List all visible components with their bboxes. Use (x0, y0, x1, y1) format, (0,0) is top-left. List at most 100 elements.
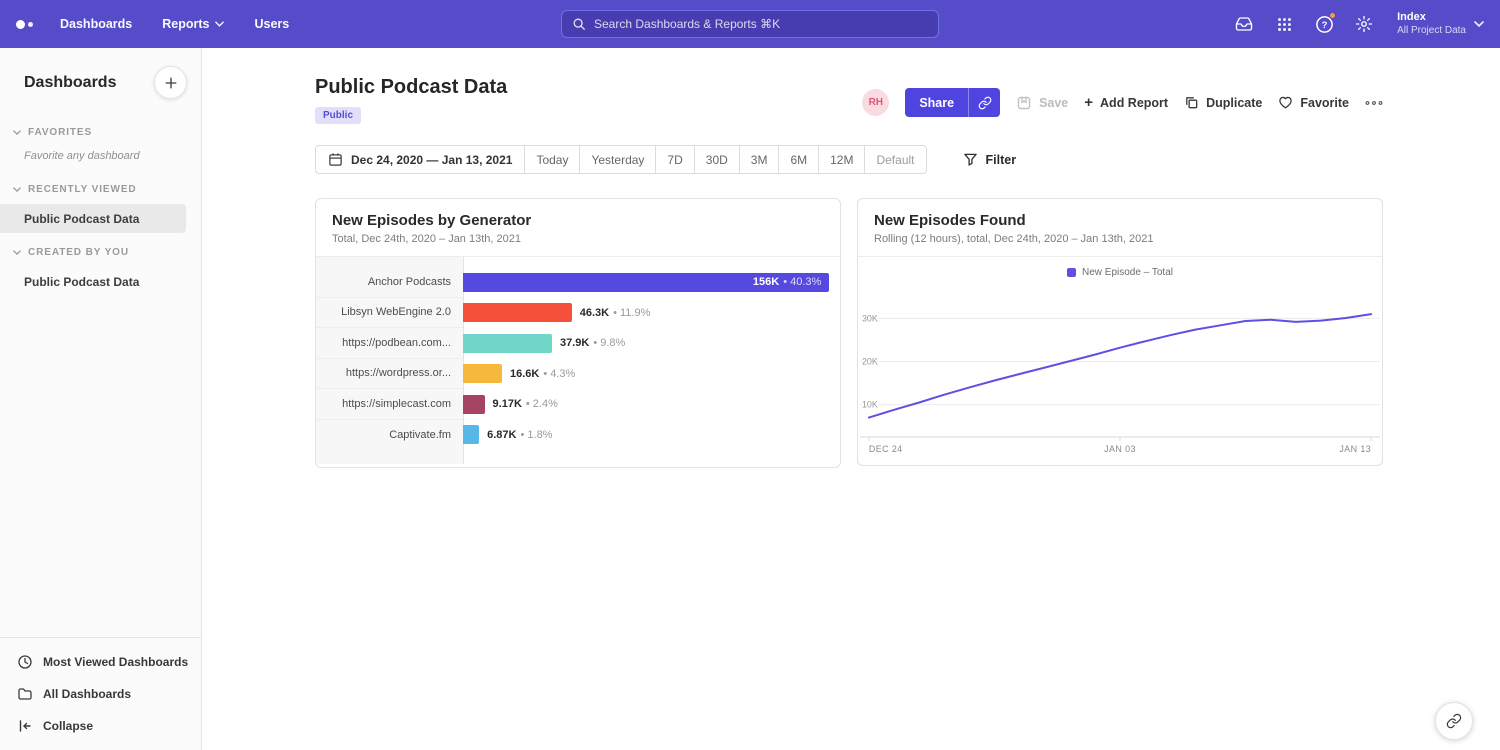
nav-dashboards[interactable]: Dashboards (60, 17, 132, 31)
date-preset-12m[interactable]: 12M (819, 145, 865, 174)
chevron-down-icon (13, 250, 21, 255)
chevron-down-icon (13, 187, 21, 192)
main-content: Public Podcast Data Public RH Share Save (202, 48, 1500, 750)
project-name: Index (1397, 11, 1466, 25)
date-preset-yesterday[interactable]: Yesterday (580, 145, 656, 174)
favorite-button[interactable]: Favorite (1278, 95, 1349, 110)
y-tick-label: 30K (862, 313, 878, 323)
bar-area: 6.87K• 1.8% (463, 420, 840, 451)
share-link-fab[interactable] (1435, 702, 1473, 740)
bar-segment[interactable] (463, 395, 485, 414)
series-line (869, 314, 1371, 418)
line-chart-body: New Episode – Total 10K20K30KDEC 24JAN 0… (858, 257, 1382, 465)
line-card-subtitle: Rolling (12 hours), total, Dec 24th, 202… (874, 233, 1366, 245)
bar-category-label: https://podbean.com... (316, 328, 463, 359)
project-selector[interactable]: Index All Project Data (1397, 11, 1484, 37)
save-button[interactable]: Save (1016, 95, 1068, 111)
calendar-icon (328, 152, 343, 167)
top-navbar: Dashboards Reports Users ? (0, 0, 1500, 48)
bar-card-header[interactable]: New Episodes by Generator Total, Dec 24t… (316, 199, 840, 257)
create-dashboard-button[interactable] (154, 66, 187, 99)
svg-text:?: ? (1321, 20, 1327, 31)
link-icon (978, 96, 992, 110)
line-chart-svg: 10K20K30KDEC 24JAN 03JAN 13 (860, 285, 1380, 459)
bar-segment[interactable] (463, 425, 479, 444)
share-button[interactable]: Share (905, 88, 968, 117)
navbar-right: ? Index All Project Data (1229, 9, 1484, 39)
bar-row: https://simplecast.com9.17K• 2.4% (316, 389, 840, 420)
inbox-icon (1235, 15, 1253, 33)
date-preset-30d[interactable]: 30D (695, 145, 740, 174)
x-tick-label: DEC 24 (869, 444, 903, 454)
avatar[interactable]: RH (862, 89, 889, 116)
sidebar-item-public-podcast-data[interactable]: Public Podcast Data (0, 204, 186, 233)
nav-users[interactable]: Users (254, 17, 289, 31)
date-preset-6m[interactable]: 6M (779, 145, 819, 174)
bar-area: 37.9K• 9.8% (463, 328, 840, 359)
date-preset-7d[interactable]: 7D (656, 145, 694, 174)
bar-category-label: Anchor Podcasts (316, 267, 463, 298)
date-range-label: Dec 24, 2020 — Jan 13, 2021 (351, 153, 512, 167)
footer-item-label: All Dashboards (43, 687, 131, 701)
bar-segment[interactable] (463, 334, 552, 353)
mixpanel-logo[interactable] (16, 20, 60, 29)
line-card-title: New Episodes Found (874, 212, 1366, 229)
nav-reports-label: Reports (162, 17, 209, 31)
date-range-button[interactable]: Dec 24, 2020 — Jan 13, 2021 (315, 145, 525, 174)
bar-area: 156K• 40.3% (463, 267, 840, 298)
collapse-icon (17, 718, 33, 734)
duplicate-label: Duplicate (1206, 96, 1262, 110)
bar-value-label: 46.3K• 11.9% (580, 307, 651, 319)
nav-reports[interactable]: Reports (162, 17, 224, 31)
global-search[interactable] (561, 10, 939, 38)
add-report-button[interactable]: + Add Report (1084, 95, 1168, 110)
copy-link-button[interactable] (968, 88, 1000, 117)
bar-value-label: 6.87K• 1.8% (487, 429, 552, 441)
x-tick-label: JAN 03 (1104, 444, 1136, 454)
filter-label: Filter (986, 153, 1017, 167)
visibility-badge: Public (315, 107, 361, 124)
more-options-button[interactable] (1365, 100, 1383, 106)
sidebar-item-label: Public Podcast Data (24, 212, 139, 226)
all-dashboards-button[interactable]: All Dashboards (0, 678, 201, 710)
collapse-sidebar-button[interactable]: Collapse (0, 710, 201, 742)
sidebar-item-public-podcast-data-created[interactable]: Public Podcast Data (0, 267, 186, 296)
created-section-header[interactable]: CREATED BY YOU (0, 239, 201, 264)
bar-segment[interactable]: 156K• 40.3% (463, 273, 829, 292)
line-chart-card: New Episodes Found Rolling (12 hours), t… (857, 198, 1383, 466)
bar-row: https://wordpress.or... 16.6K• 4.3% (316, 359, 840, 390)
nav-users-label: Users (254, 17, 289, 31)
favorites-section-header[interactable]: FAVORITES (0, 119, 201, 144)
apps-button[interactable] (1269, 9, 1299, 39)
recent-section-header[interactable]: RECENTLY VIEWED (0, 176, 201, 201)
sidebar-header: Dashboards (0, 48, 201, 113)
bar-segment[interactable] (463, 303, 572, 322)
inbox-button[interactable] (1229, 9, 1259, 39)
search-input[interactable] (594, 17, 928, 31)
most-viewed-dashboards-button[interactable]: Most Viewed Dashboards (0, 646, 201, 678)
bar-value-label: 16.6K• 4.3% (510, 368, 575, 380)
duplicate-button[interactable]: Duplicate (1184, 95, 1262, 110)
settings-button[interactable] (1349, 9, 1379, 39)
bar-value-label: 37.9K• 9.8% (560, 337, 625, 349)
created-section-label: CREATED BY YOU (28, 247, 129, 258)
help-button[interactable]: ? (1309, 9, 1339, 39)
sidebar-section-favorites: FAVORITES Favorite any dashboard (0, 119, 201, 170)
bar-category-label: Libsyn WebEngine 2.0 (316, 298, 463, 329)
settings-gear-icon (1355, 15, 1373, 33)
bar-category-label: https://wordpress.or... (316, 359, 463, 390)
date-preset-3m[interactable]: 3M (740, 145, 780, 174)
bar-segment[interactable] (463, 364, 502, 383)
date-preset-today[interactable]: Today (525, 145, 580, 174)
line-card-header[interactable]: New Episodes Found Rolling (12 hours), t… (858, 199, 1382, 257)
legend-label: New Episode – Total (1082, 267, 1173, 278)
page-header: Public Podcast Data Public RH Share Save (315, 76, 1383, 124)
legend-swatch (1067, 268, 1076, 277)
filter-button[interactable]: Filter (963, 152, 1017, 167)
bar-row: Libsyn WebEngine 2.0 46.3K• 11.9% (316, 298, 840, 329)
bar-category-label: https://simplecast.com (316, 389, 463, 420)
bar-row: Captivate.fm6.87K• 1.8% (316, 420, 840, 451)
duplicate-icon (1184, 95, 1199, 110)
favorite-label: Favorite (1300, 96, 1349, 110)
date-preset-default[interactable]: Default (865, 145, 926, 174)
